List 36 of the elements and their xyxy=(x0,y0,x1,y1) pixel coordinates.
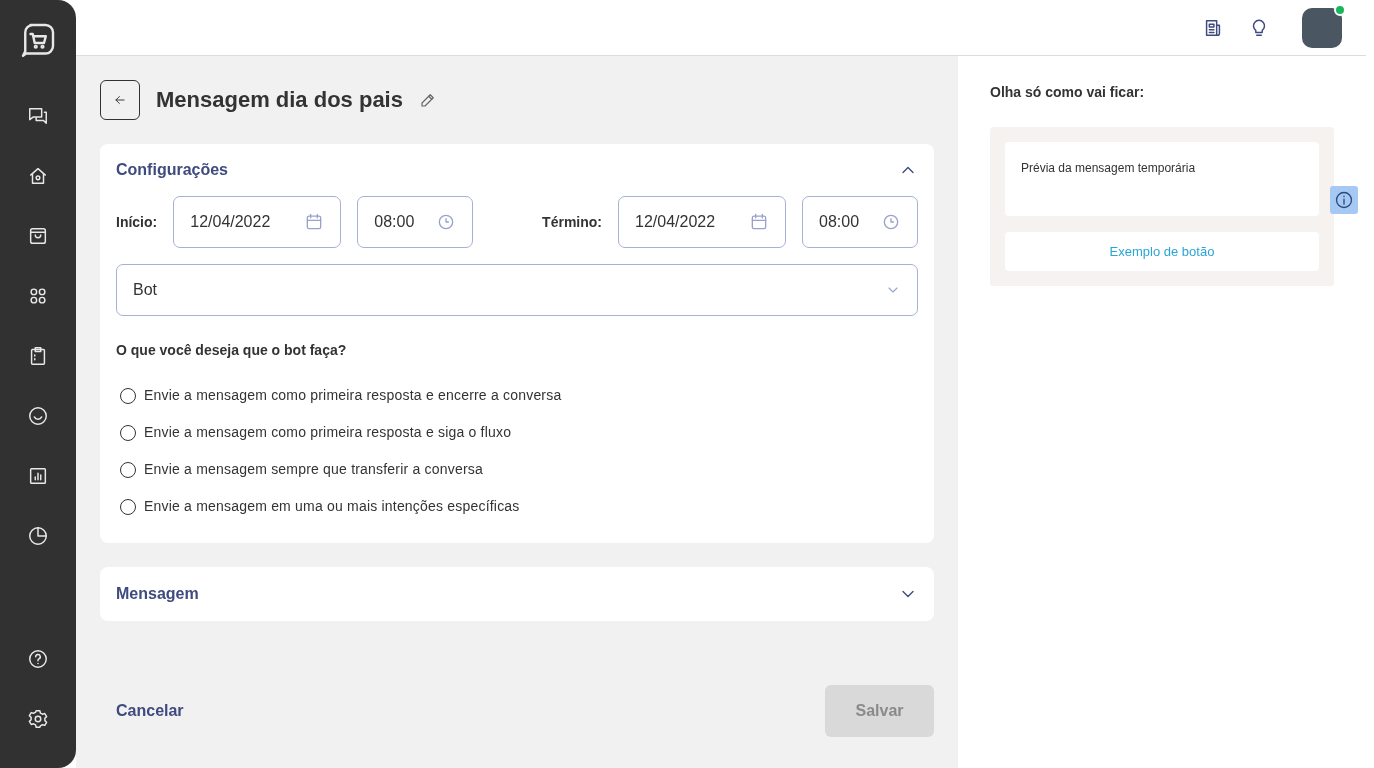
info-icon xyxy=(1334,190,1354,210)
question-text: O que você deseja que o bot faça? xyxy=(116,341,348,360)
arrow-left-icon xyxy=(113,93,127,107)
section-title[interactable]: Configurações xyxy=(116,160,228,180)
house-icon[interactable] xyxy=(27,165,49,187)
pencil-icon[interactable] xyxy=(418,91,437,109)
option-label[interactable]: Envie a mensagem como primeira resposta e encerre a conversa xyxy=(144,385,562,406)
settings-icon[interactable] xyxy=(27,708,49,730)
date-label: Término: xyxy=(542,212,602,232)
shopping-bag-icon[interactable] xyxy=(27,225,49,247)
option-label[interactable]: Envie a mensagem sempre que transferir a conversa xyxy=(144,459,483,480)
clock-icon xyxy=(881,212,901,232)
date-field[interactable]: 12/04/2022 xyxy=(618,196,786,248)
time-field[interactable]: 08:00 xyxy=(357,196,474,248)
bar-chart-icon[interactable] xyxy=(27,465,49,487)
avatar[interactable] xyxy=(1302,7,1342,48)
option-label[interactable]: Envie a mensagem em uma ou mais intenções específicas xyxy=(144,496,520,517)
channel-select[interactable]: Bot xyxy=(116,264,918,316)
preview-title: Olha só como vai ficar: xyxy=(990,83,1146,102)
grid-circles-icon[interactable] xyxy=(27,285,49,307)
info-button[interactable] xyxy=(1330,186,1358,214)
date-field[interactable]: 12/04/2022 xyxy=(173,196,342,248)
pie-chart-icon[interactable] xyxy=(27,525,49,547)
cart-logo-icon[interactable] xyxy=(20,22,56,58)
help-icon[interactable] xyxy=(27,648,49,670)
section-title[interactable]: Mensagem xyxy=(116,584,199,604)
cancel-button[interactable]: Cancelar xyxy=(100,691,200,731)
smiley-icon[interactable] xyxy=(27,405,49,427)
option-label[interactable]: Envie a mensagem como primeira resposta e siga o fluxo xyxy=(144,422,512,443)
message-preview: Prévia da mensagem temporária xyxy=(1005,142,1319,216)
back-button[interactable] xyxy=(100,80,140,120)
calendar-icon xyxy=(749,212,769,232)
time-field[interactable]: 08:00 xyxy=(802,196,918,248)
date-label: Início: xyxy=(116,212,158,232)
page-title: Mensagem dia dos pais xyxy=(156,86,403,114)
chat-bubbles-icon[interactable] xyxy=(27,105,49,127)
